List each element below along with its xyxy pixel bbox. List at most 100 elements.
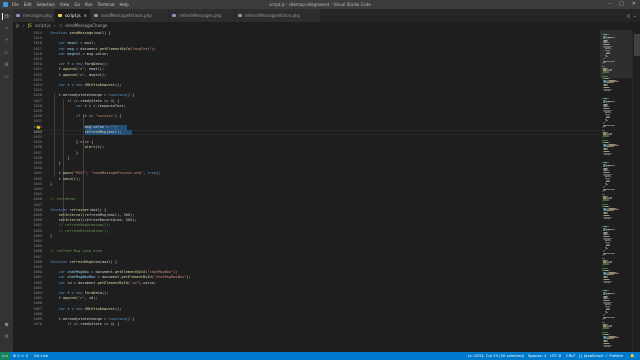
- code-token: ) {: [114, 114, 122, 119]
- code-line[interactable]: f.append("m", msgtxt);: [50, 72, 107, 78]
- tab-refreshmessagesaction-php[interactable]: refreshMessagesAction.php: [235, 9, 321, 22]
- code-token: new: [75, 306, 85, 311]
- extensions-icon[interactable]: ⊞: [3, 61, 10, 68]
- minimap-line: [608, 279, 610, 280]
- minimap-line: [608, 172, 610, 173]
- minimap[interactable]: [600, 30, 632, 352]
- window-controls: – □ ✕: [609, 1, 636, 7]
- code-token: FormData: [84, 62, 102, 67]
- code-line[interactable]: }: [50, 234, 52, 239]
- code-line[interactable]: f.append("e", id);: [50, 296, 98, 301]
- maximize-icon[interactable]: □: [619, 1, 624, 7]
- code-line[interactable]: }: [50, 161, 61, 166]
- close-tab-icon[interactable]: ×: [84, 9, 87, 22]
- minimap-line: [606, 213, 608, 214]
- remote-explorer-icon[interactable]: ▭: [3, 73, 10, 80]
- code-token: chatMsgBox: [67, 270, 89, 275]
- code-line[interactable]: function refreshMsgArea(mail) {: [50, 260, 117, 265]
- cursor-position[interactable]: Ln 1033, Col 33 (30 selected): [468, 354, 524, 358]
- minimap-line: [605, 230, 609, 231]
- explorer-icon[interactable]: ❐: [2, 13, 10, 20]
- code-token: (f);: [71, 176, 81, 181]
- minimap-line: [613, 229, 614, 230]
- code-line[interactable]: if (r.readyState == 4) {: [50, 322, 119, 327]
- lightbulb-icon[interactable]: [37, 125, 40, 129]
- code-line[interactable]: var r = new XMLHttpRequest();: [50, 306, 122, 312]
- prettier-status[interactable]: ✓ Prettier: [605, 354, 623, 358]
- minimap-line: [608, 181, 611, 182]
- minimap-line: [604, 254, 606, 255]
- code-token: "msgText": [132, 46, 152, 51]
- more-actions-icon[interactable]: …: [634, 13, 636, 18]
- code-token: alert: [84, 145, 96, 150]
- breadcrumb: js › JS script.js › ⬡ sendMessageChange: [13, 22, 640, 30]
- language-mode[interactable]: {} JavaScript: [578, 354, 603, 358]
- code-token: function: [50, 207, 70, 212]
- minimap-line: [610, 174, 612, 175]
- code-line[interactable]: var t = r.responseText;: [50, 104, 126, 109]
- minimize-icon[interactable]: –: [609, 1, 612, 7]
- code-token: chatMsgBoxBox: [67, 275, 96, 280]
- minimap-line: [605, 294, 609, 295]
- code-token: getElementById: [99, 46, 131, 51]
- minimap-line: [602, 332, 608, 333]
- minimap-line: [610, 89, 612, 90]
- code-line[interactable]: // refresher: [50, 197, 76, 202]
- close-icon[interactable]: ✕: [632, 1, 636, 7]
- code-line[interactable]: r.send(f);: [50, 176, 81, 182]
- code-editor[interactable]: 1014 1015 1016 1017 1018 1019 1020 1021 1022 1023…: [13, 30, 600, 352]
- source-control-icon[interactable]: ⑂: [3, 37, 10, 44]
- breadcrumb-folder[interactable]: js: [16, 24, 19, 28]
- code-line[interactable]: // refresh Msg view area: [50, 249, 102, 254]
- tab-refreshmessages-php[interactable]: refreshMessages.php: [169, 9, 235, 22]
- indentation-indicator[interactable]: Spaces: 4: [528, 354, 546, 358]
- code-line[interactable]: if (t == "success") {: [50, 114, 121, 119]
- code-line[interactable]: }: [50, 182, 52, 187]
- run-debug-icon[interactable]: ▷: [3, 49, 10, 56]
- eol-indicator[interactable]: CRLF: [566, 354, 576, 358]
- minimap-line: [606, 98, 609, 99]
- minimap-line: [605, 102, 609, 103]
- code-line[interactable]: var id = document.getElementById("id").v…: [50, 281, 156, 286]
- encoding-indicator[interactable]: UTF-8: [550, 354, 561, 358]
- code-token: append: [62, 72, 76, 77]
- account-icon[interactable]: ●: [3, 321, 10, 328]
- code-line[interactable]: // refreshRecentArea();: [50, 229, 109, 234]
- split-editor-icon[interactable]: ◫: [627, 13, 629, 18]
- problems-indicator[interactable]: ⊗ 0 ⚠ 0: [13, 354, 28, 358]
- minimap-line: [603, 136, 609, 137]
- minimap-line: [606, 304, 611, 305]
- search-icon[interactable]: ⌕: [3, 25, 10, 32]
- go-live-button[interactable]: Go Live: [34, 354, 48, 358]
- minimap-line: [603, 72, 609, 73]
- breadcrumb-symbol[interactable]: sendMessageChange: [65, 24, 107, 28]
- remote-indicator[interactable]: ><: [0, 352, 10, 360]
- notifications-bell-icon[interactable]: 🔔: [630, 354, 635, 358]
- minimap-line: [610, 302, 612, 303]
- minimap-line: [608, 343, 610, 344]
- scrollbar-thumb[interactable]: [634, 34, 640, 56]
- minimap-line: [607, 248, 609, 249]
- code-line[interactable]: var msgtxt = msg.value;: [50, 52, 109, 57]
- code-line[interactable]: var r = new XMLHttpRequest();: [50, 83, 122, 88]
- minimap-line: [607, 312, 609, 313]
- tab-sendmessageactions-php[interactable]: sendMessageActions.php: [91, 9, 169, 22]
- minimap-line: [610, 238, 612, 239]
- minimap-line: [611, 70, 612, 71]
- vertical-scrollbar[interactable]: [632, 30, 640, 352]
- settings-gear-icon[interactable]: ⚙: [3, 333, 10, 340]
- code-line[interactable]: function sendMessage(mail) {: [50, 31, 111, 36]
- code-token: // refresher: [50, 197, 76, 202]
- code-line[interactable]: refreshMsg(mail);: [50, 129, 122, 135]
- minimap-line: [613, 189, 615, 190]
- tab-script-js[interactable]: script.js ×: [55, 9, 91, 22]
- tab-messages-php[interactable]: messages.php: [13, 9, 55, 22]
- code-token: (mail);: [106, 129, 122, 134]
- minimap-line: [607, 334, 610, 335]
- breadcrumb-file[interactable]: script.js: [35, 24, 51, 28]
- minimap-line: [606, 34, 609, 35]
